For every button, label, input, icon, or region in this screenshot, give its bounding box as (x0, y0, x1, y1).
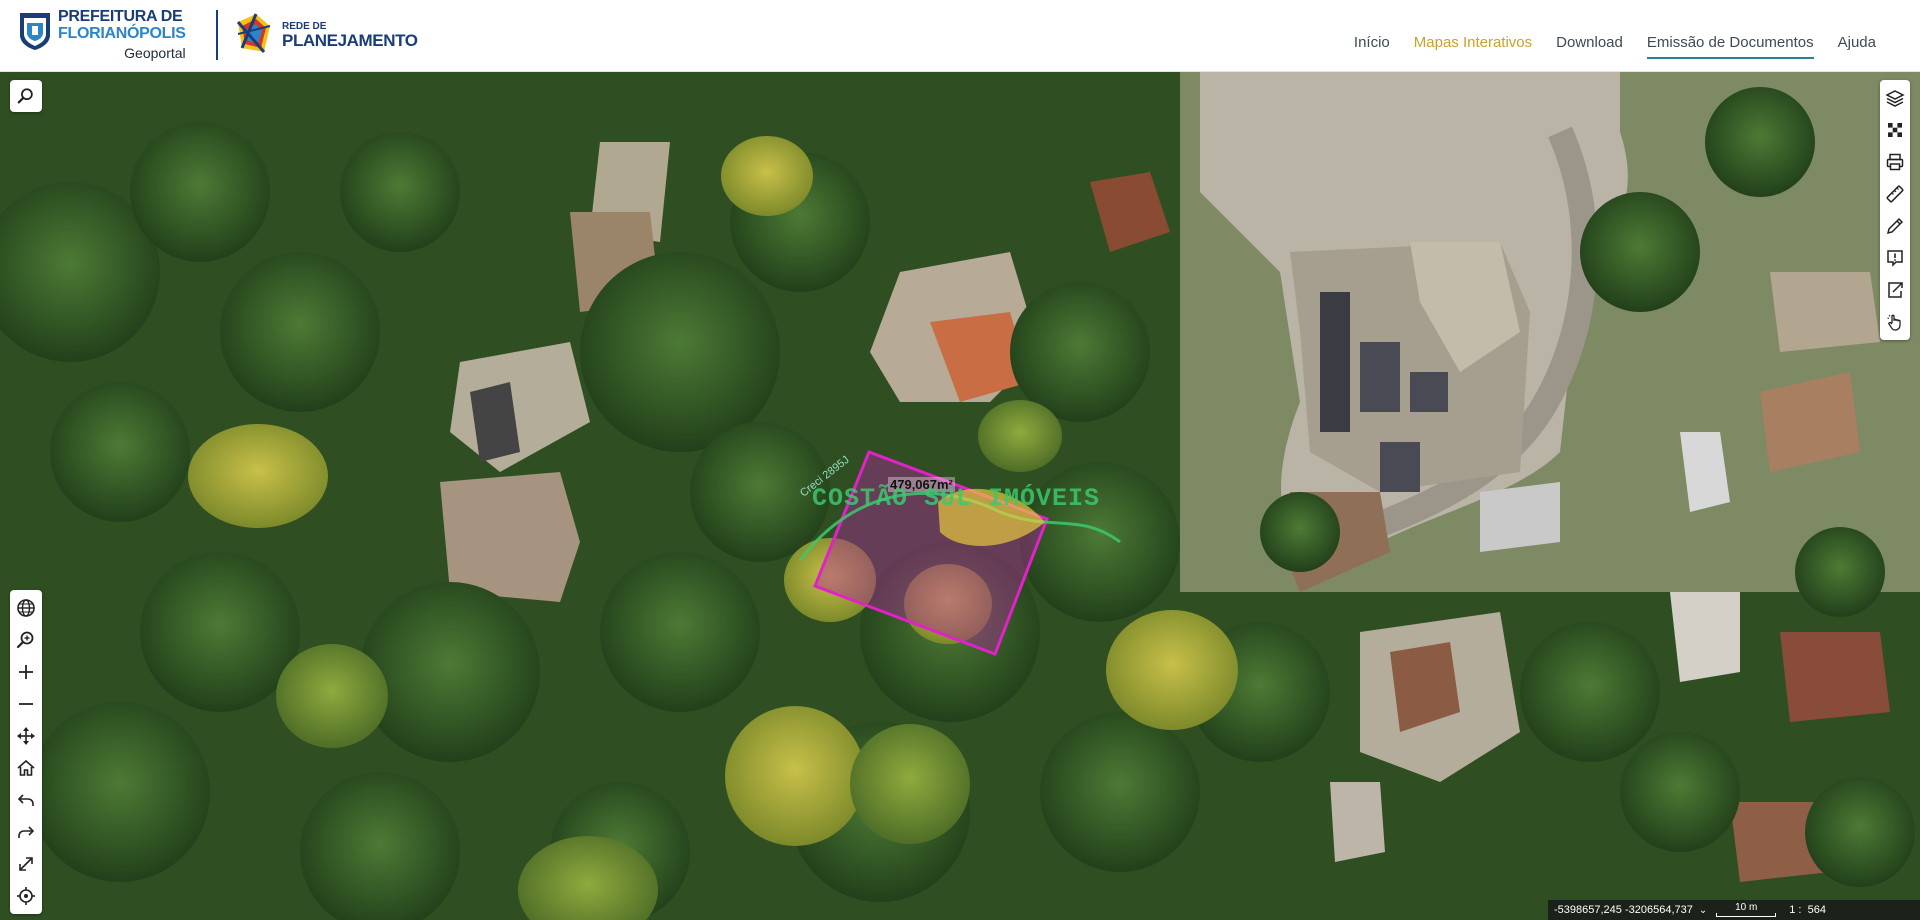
nav-emissao-documentos[interactable]: Emissão de Documentos (1635, 22, 1826, 63)
brand-divider (216, 10, 218, 60)
rede-title-line2: PLANEJAMENTO (282, 30, 418, 50)
top-header: PREFEITURA DE FLORIANÓPOLIS Geoportal RE… (0, 0, 1920, 72)
info-icon (1887, 250, 1903, 267)
main-nav: Início Mapas Interativos Download Emissã… (1342, 22, 1888, 63)
pan-icon (17, 727, 35, 745)
cursor-coordinates: -5398657,245 -3206564,737 (1554, 904, 1693, 916)
prefeitura-logo[interactable]: PREFEITURA DE FLORIANÓPOLIS Geoportal (18, 9, 186, 61)
undo-button[interactable] (10, 784, 42, 816)
scale-ratio[interactable]: 1 : 564 (1789, 904, 1826, 916)
draw-button[interactable] (1880, 210, 1910, 242)
print-icon (1886, 153, 1904, 171)
print-button[interactable] (1880, 146, 1910, 178)
prefeitura-title-line2: FLORIANÓPOLIS (58, 25, 186, 42)
rede-planejamento-mark-icon (236, 13, 271, 53)
scale-value: 564 (1807, 904, 1826, 916)
expand-button[interactable] (10, 848, 42, 880)
nav-download[interactable]: Download (1544, 22, 1635, 63)
export-button[interactable] (1880, 274, 1910, 306)
zoom-out-button[interactable] (10, 688, 42, 720)
left-map-toolbar (10, 590, 42, 914)
checkerboard-icon (1888, 123, 1902, 137)
map-statusbar: -5398657,245 -3206564,737 ⌄ 10 m 1 : 564 (1548, 900, 1920, 920)
layers-button[interactable] (1880, 82, 1910, 114)
nav-mapas-interativos[interactable]: Mapas Interativos (1402, 22, 1544, 63)
home-icon (17, 759, 35, 776)
select-button[interactable] (1880, 306, 1910, 338)
gps-button[interactable] (10, 880, 42, 912)
scalebar-label: 10 m (1735, 902, 1758, 913)
redo-button[interactable] (10, 816, 42, 848)
search-icon (17, 88, 33, 104)
pan-button[interactable] (10, 720, 42, 752)
prefeitura-shield-icon (20, 13, 50, 50)
export-icon (1888, 282, 1903, 298)
gps-icon (17, 887, 35, 905)
redo-icon (18, 826, 35, 838)
scalebar: 10 m (1713, 903, 1779, 917)
globe-icon (17, 599, 35, 617)
globe-button[interactable] (10, 592, 42, 624)
expand-icon (19, 857, 33, 871)
layers-icon (1885, 90, 1905, 107)
rede-title-line1: REDE DE (282, 20, 327, 32)
scalebar-line (1716, 913, 1777, 917)
map-viewport[interactable]: Creci 2895J 479,067m² COSTÃO SUL IMÓVEIS (0, 72, 1920, 920)
home-button[interactable] (10, 752, 42, 784)
ruler-icon (1886, 185, 1904, 203)
zoom-area-button[interactable] (10, 624, 42, 656)
zoom-in-icon (19, 665, 33, 679)
zoom-in-button[interactable] (10, 656, 42, 688)
pencil-icon (1886, 217, 1904, 235)
prefeitura-title-line1: PREFEITURA DE (58, 8, 183, 25)
rede-planejamento-logo[interactable]: REDE DE PLANEJAMENTO (234, 10, 418, 60)
measure-button[interactable] (1880, 178, 1910, 210)
info-button[interactable] (1880, 242, 1910, 274)
nav-ajuda[interactable]: Ajuda (1826, 22, 1888, 63)
undo-icon (17, 794, 34, 806)
zoom-out-icon (19, 703, 33, 705)
scale-prefix: 1 : (1789, 904, 1802, 916)
geoportal-label: Geoportal (124, 45, 186, 61)
chevron-down-icon[interactable]: ⌄ (1699, 905, 1707, 916)
watermark-text: COSTÃO SUL IMÓVEIS (812, 484, 1101, 513)
zoom-area-icon (16, 631, 34, 649)
hand-pointer-icon (1887, 314, 1901, 331)
nav-inicio[interactable]: Início (1342, 22, 1402, 63)
right-map-toolbar (1880, 80, 1910, 340)
basemap-button[interactable] (1880, 114, 1910, 146)
map-search-button[interactable] (10, 80, 42, 112)
